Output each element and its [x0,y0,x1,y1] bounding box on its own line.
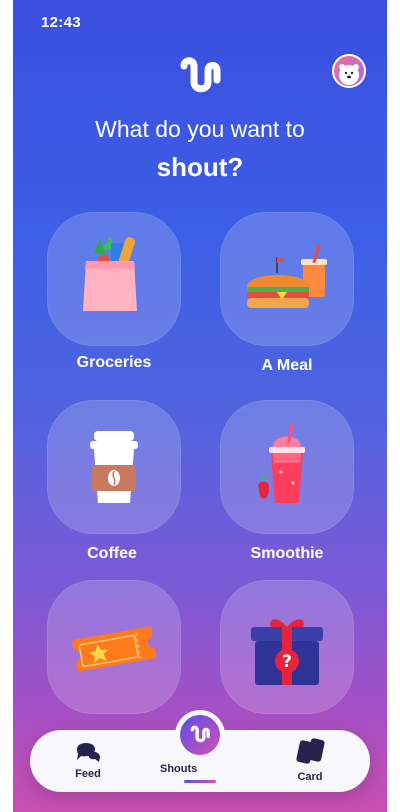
nav-label-card: Card [297,771,323,783]
title-line-2: shout? [156,152,244,182]
tile-label-a-meal: A Meal [261,357,313,374]
nav-label-shouts: Shouts [160,763,198,775]
cards-icon [296,738,325,764]
smoothie-icon [258,423,305,503]
tile-ticket[interactable] [47,580,181,714]
tile-label-groceries: Groceries [76,354,152,371]
nav-item-shouts[interactable] [175,710,225,760]
tile-coffee[interactable] [47,400,181,534]
tile-a-meal[interactable] [220,212,354,346]
polar-bear-icon [339,64,359,85]
mystery-gift-icon: ? [251,619,323,685]
tile-label-coffee: Coffee [87,545,137,562]
shouts-button-circle [180,715,220,755]
svg-text:?: ? [282,652,292,672]
sandwich-and-drink-icon [247,243,327,308]
active-tab-indicator [184,780,216,783]
app-screen: 12:43 What do you want to shout? Groceri… [13,0,387,812]
grocery-bag-icon [83,237,137,311]
app-logo-icon [180,57,221,93]
title-line-1: What do you want to [95,116,305,142]
coffee-cup-icon [90,431,138,503]
profile-avatar[interactable] [332,54,366,88]
tile-groceries[interactable] [47,212,181,346]
tile-mystery-gift[interactable]: ? [220,580,354,714]
nav-label-feed: Feed [75,768,101,780]
status-time: 12:43 [41,14,81,31]
chat-bubbles-icon [77,743,100,762]
tile-label-smoothie: Smoothie [250,545,324,562]
nav-item-card[interactable]: Card [270,730,350,792]
tile-smoothie[interactable] [220,400,354,534]
shouts-logo-icon [190,725,210,743]
nav-item-feed[interactable]: Feed [48,730,128,792]
ticket-icon [72,626,157,672]
